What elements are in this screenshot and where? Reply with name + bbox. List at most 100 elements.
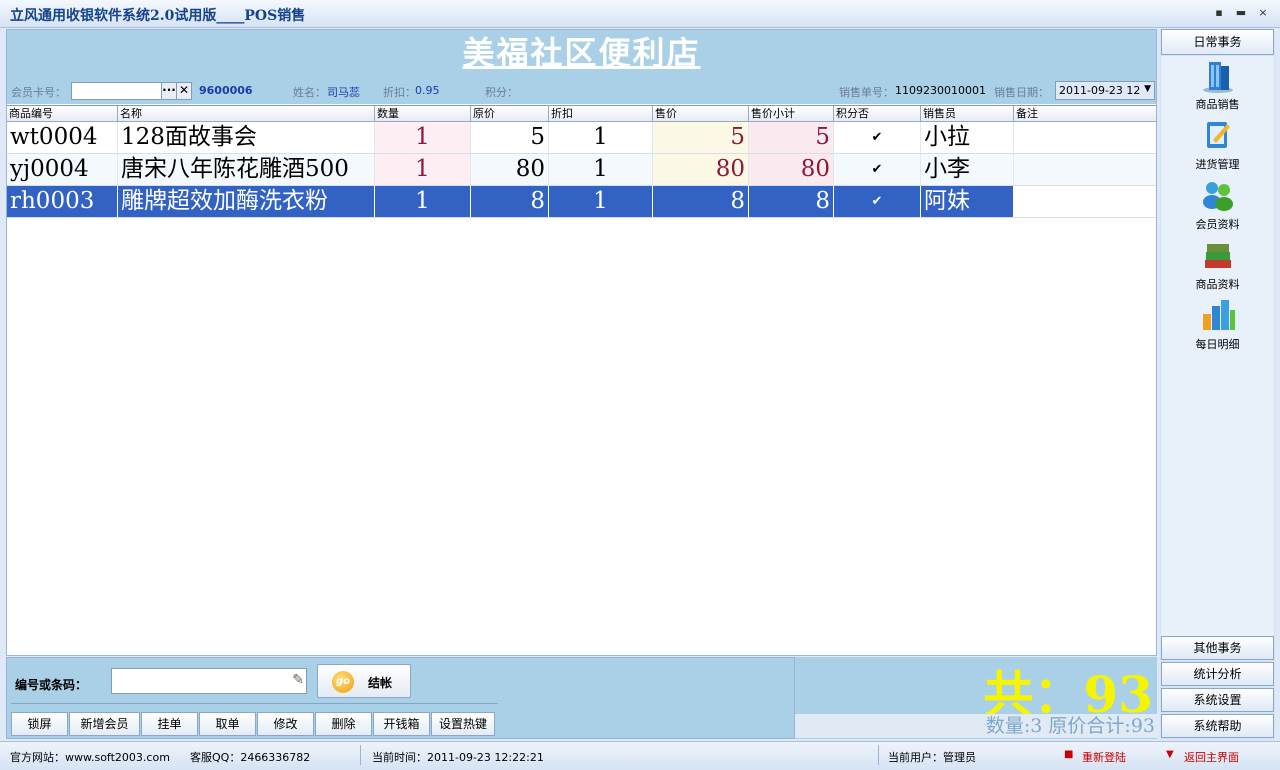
order-number: 1109230010001 [895, 84, 986, 97]
sidebar-item-members[interactable]: 会员资料 [1161, 176, 1274, 236]
code-label: 编号或条码： [15, 678, 88, 692]
member-code: 9600006 [199, 84, 253, 97]
chevron-down-icon: ▼ [1144, 84, 1151, 94]
points-checkbox[interactable]: ✔ [834, 186, 921, 217]
col-qty[interactable]: 数量 [375, 106, 471, 121]
sidebar-item-sales[interactable]: 商品销售 [1161, 56, 1274, 116]
edit-button[interactable]: 修改 [257, 712, 314, 736]
table-row[interactable]: wt0004 128面故事会 1 5 1 5 5 ✔ 小拉 [7, 122, 1156, 154]
discount-value: 0.95 [415, 84, 440, 97]
col-code[interactable]: 商品编号 [7, 106, 118, 121]
date-label: 销售日期： [994, 86, 1049, 99]
divider [11, 703, 498, 704]
sales-panel: 美福社区便利店 会员卡号： ··· ✕ 9600006 姓名： 司马蕊 折扣： … [6, 29, 1157, 656]
support-qq: 客服QQ：2466336782 [190, 751, 311, 764]
card-input[interactable] [71, 82, 163, 100]
col-sale-price[interactable]: 售价 [653, 106, 749, 121]
cell-name: 唐宋八年陈花雕酒500 [118, 154, 375, 185]
cell-name: 128面故事会 [118, 122, 375, 153]
sidebar-item-daily-detail[interactable]: 每日明细 [1161, 296, 1274, 356]
cell-seller: 小李 [921, 154, 1014, 185]
hotkey-settings-button[interactable]: 设置热键 [431, 712, 495, 736]
sidebar-item-label: 进货管理 [1195, 158, 1240, 171]
hold-order-button[interactable]: 挂单 [141, 712, 198, 736]
col-name[interactable]: 名称 [118, 106, 375, 121]
add-member-button[interactable]: 新增会员 [69, 712, 140, 736]
cell-qty[interactable]: 1 [375, 154, 471, 185]
barcode-input[interactable]: ✎ [111, 668, 307, 694]
sidebar-item-label: 每日明细 [1195, 338, 1240, 351]
col-note[interactable]: 备注 [1014, 106, 1156, 121]
cell-qty[interactable]: 1 [375, 186, 471, 217]
points-label: 积分： [485, 86, 518, 99]
col-discount[interactable]: 折扣 [549, 106, 653, 121]
brush-icon[interactable]: ✎ [292, 672, 304, 688]
points-checkbox[interactable]: ✔ [834, 122, 921, 153]
info-bar: 会员卡号： ··· ✕ 9600006 姓名： 司马蕊 折扣： 0.95 积分：… [7, 78, 1156, 104]
card-clear-button[interactable]: ✕ [176, 82, 192, 100]
sidebar-header-daily[interactable]: 日常事务 [1161, 29, 1274, 55]
cell-discount: 1 [549, 122, 653, 153]
col-price[interactable]: 原价 [471, 106, 549, 121]
sidebar-item-products[interactable]: 商品资料 [1161, 236, 1274, 296]
cell-note[interactable] [1014, 122, 1156, 153]
input-panel: 编号或条码： ✎ go 结帐 锁屏 新增会员 挂单 取单 修改 删除 开钱箱 设… [6, 657, 795, 739]
cell-note[interactable] [1014, 186, 1156, 217]
card-lookup-button[interactable]: ··· [161, 82, 177, 100]
maximize-button[interactable]: ▬ [1234, 6, 1248, 20]
sidebar-header-other[interactable]: 其他事务 [1161, 636, 1274, 660]
bar-chart-icon [1199, 296, 1237, 334]
table-row[interactable]: yj0004 唐宋八年陈花雕酒500 1 80 1 80 80 ✔ 小李 [7, 154, 1156, 186]
stop-icon: ■ [1064, 749, 1074, 760]
delete-button[interactable]: 删除 [315, 712, 372, 736]
arrow-down-icon: ▼ [1166, 749, 1174, 760]
cell-subtotal: 5 [749, 122, 834, 153]
users-icon [1199, 176, 1237, 214]
status-bar: 官方网站：www.soft2003.com 客服QQ：2466336782 当前… [0, 741, 1280, 770]
website-link[interactable]: 官方网站：www.soft2003.com [10, 749, 170, 765]
points-checkbox[interactable]: ✔ [834, 154, 921, 185]
open-drawer-button[interactable]: 开钱箱 [373, 712, 430, 736]
cell-discount: 1 [549, 154, 653, 185]
close-button[interactable]: × [1256, 6, 1270, 20]
back-to-main-link[interactable]: 返回主界面 [1184, 749, 1239, 765]
sales-grid: 商品编号 名称 数量 原价 折扣 售价 售价小计 积分否 销售员 备注 wt00… [7, 105, 1156, 218]
cell-code: rh0003 [7, 186, 118, 217]
retrieve-order-button[interactable]: 取单 [199, 712, 256, 736]
minimize-button[interactable]: ▪ [1212, 6, 1226, 20]
window-controls: ▪ ▬ × [1212, 6, 1270, 20]
sidebar-header-help[interactable]: 系统帮助 [1161, 714, 1274, 738]
sidebar-header-stats[interactable]: 统计分析 [1161, 662, 1274, 686]
sidebar-header-settings[interactable]: 系统设置 [1161, 688, 1274, 712]
cell-subtotal: 80 [749, 154, 834, 185]
cell-price: 5 [471, 122, 549, 153]
title-bar: 立风通用收银软件系统2.0试用版____POS销售 ▪ ▬ × [0, 0, 1280, 28]
cell-note[interactable] [1014, 154, 1156, 185]
cell-seller: 阿妹 [921, 186, 1014, 217]
relogin-link[interactable]: 重新登陆 [1082, 749, 1126, 765]
books-icon [1199, 236, 1237, 274]
totals-panel: 共：93 数量:3 原价合计:93 [795, 657, 1157, 739]
divider [360, 745, 361, 765]
checkout-button[interactable]: go 结帐 [317, 664, 411, 698]
divider [878, 745, 879, 765]
cell-qty[interactable]: 1 [375, 122, 471, 153]
cell-price: 80 [471, 154, 549, 185]
lock-screen-button[interactable]: 锁屏 [11, 712, 68, 736]
current-time: 当前时间：2011-09-23 12:22:21 [372, 751, 544, 764]
cell-code: wt0004 [7, 122, 118, 153]
cell-code: yj0004 [7, 154, 118, 185]
window-title: 立风通用收银软件系统2.0试用版____POS销售 [10, 8, 306, 24]
sidebar-panel: 商品销售 进货管理 会员资料 商品资料 每日明细 [1161, 56, 1274, 636]
totals-summary: 数量:3 原价合计:93 [795, 714, 1157, 738]
sale-date-picker[interactable]: 2011-09-23 12 ▼ [1055, 81, 1155, 100]
action-buttons: 锁屏 新增会员 挂单 取单 修改 删除 开钱箱 设置热键 [11, 712, 496, 736]
col-subtotal[interactable]: 售价小计 [749, 106, 834, 121]
col-points[interactable]: 积分否 [834, 106, 921, 121]
cell-sale-price: 8 [653, 186, 749, 217]
col-seller[interactable]: 销售员 [921, 106, 1014, 121]
store-name: 美福社区便利店 [462, 34, 701, 72]
checkout-label: 结帐 [368, 676, 393, 690]
sidebar-item-purchase[interactable]: 进货管理 [1161, 116, 1274, 176]
table-row-selected[interactable]: rh0003 雕牌超效加酶洗衣粉 1 8 1 8 8 ✔ 阿妹 [7, 186, 1156, 218]
